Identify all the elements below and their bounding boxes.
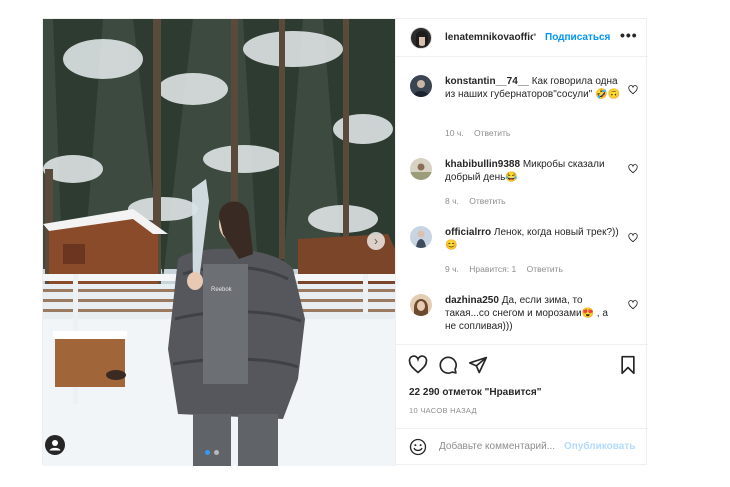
post-side-panel: lenatemnikovaoffic • Подписаться ••• kon…	[395, 19, 648, 466]
comment-username[interactable]: dazhina250	[445, 295, 499, 306]
comment-meta: 10 ч. Ответить	[445, 128, 518, 138]
header-separator: •	[533, 30, 537, 41]
comment-input[interactable]: Добавьте комментарий...	[439, 441, 555, 452]
comment-username[interactable]: officialrro	[445, 227, 491, 238]
comment-text: dazhina250 Да, если зима, то такая...со …	[445, 294, 620, 333]
comment-composer: Добавьте комментарий... Опубликовать	[396, 428, 648, 465]
comment-text: konstantin__74__ Как говорила одна из на…	[445, 75, 620, 101]
comment-likes[interactable]: Нравится: 1	[469, 264, 516, 274]
photo-scene: Reebok	[43, 19, 395, 466]
comment-text: officialrro Ленок, когда новый трек?)) 😊	[445, 226, 620, 252]
carousel-indicator	[205, 450, 219, 455]
smiley-icon[interactable]	[409, 438, 427, 456]
comment-time: 10 ч.	[445, 128, 464, 138]
reply-button[interactable]: Ответить	[527, 264, 563, 274]
follow-button[interactable]: Подписаться	[545, 32, 610, 43]
tagged-users-button[interactable]	[45, 435, 65, 455]
comment-time: 9 ч.	[445, 264, 459, 274]
commenter-avatar[interactable]	[410, 158, 432, 180]
heart-icon[interactable]	[628, 85, 638, 95]
comment-text: khabibullin9388 Микробы сказали добрый д…	[445, 158, 620, 184]
reply-button[interactable]: Ответить	[474, 128, 510, 138]
paper-plane-icon[interactable]	[468, 355, 488, 375]
comment-time: 8 ч.	[445, 196, 459, 206]
carousel-dot	[214, 450, 219, 455]
instagram-post: Reebok › lenatemnikovaoffic • Подписатьс…	[42, 18, 648, 466]
comment-meta: 9 ч. Нравится: 1 Ответить	[445, 264, 571, 274]
author-username[interactable]: lenatemnikovaoffic	[445, 32, 533, 43]
more-options-button[interactable]: •••	[620, 27, 638, 43]
heart-icon[interactable]	[628, 233, 638, 243]
comment-icon[interactable]	[438, 355, 458, 375]
publish-button[interactable]: Опубликовать	[564, 441, 635, 452]
commenter-avatar[interactable]	[410, 294, 432, 316]
comment-username[interactable]: konstantin__74__	[445, 76, 529, 87]
chevron-right-icon: ›	[374, 234, 378, 248]
heart-icon[interactable]	[628, 164, 638, 174]
reply-button[interactable]: Ответить	[469, 196, 505, 206]
post-photo[interactable]: Reebok ›	[43, 19, 395, 466]
author-avatar[interactable]	[410, 27, 432, 49]
carousel-dot	[205, 450, 210, 455]
bookmark-icon[interactable]	[618, 355, 638, 375]
heart-icon[interactable]	[628, 300, 638, 310]
heart-icon[interactable]	[408, 355, 428, 375]
post-time: 10 ЧАСОВ НАЗАД	[409, 406, 477, 415]
commenter-avatar[interactable]	[410, 75, 432, 97]
svg-text:Reebok: Reebok	[211, 287, 233, 293]
commenter-avatar[interactable]	[410, 226, 432, 248]
comment-username[interactable]: khabibullin9388	[445, 159, 520, 170]
post-actions: 22 290 отметок "Нравится" 10 ЧАСОВ НАЗАД…	[396, 344, 648, 464]
carousel-next-button[interactable]: ›	[367, 232, 385, 250]
user-icon	[49, 440, 61, 451]
post-header: lenatemnikovaoffic • Подписаться •••	[396, 19, 648, 57]
comment-meta: 8 ч. Ответить	[445, 196, 514, 206]
likes-count[interactable]: 22 290 отметок "Нравится"	[409, 387, 541, 398]
